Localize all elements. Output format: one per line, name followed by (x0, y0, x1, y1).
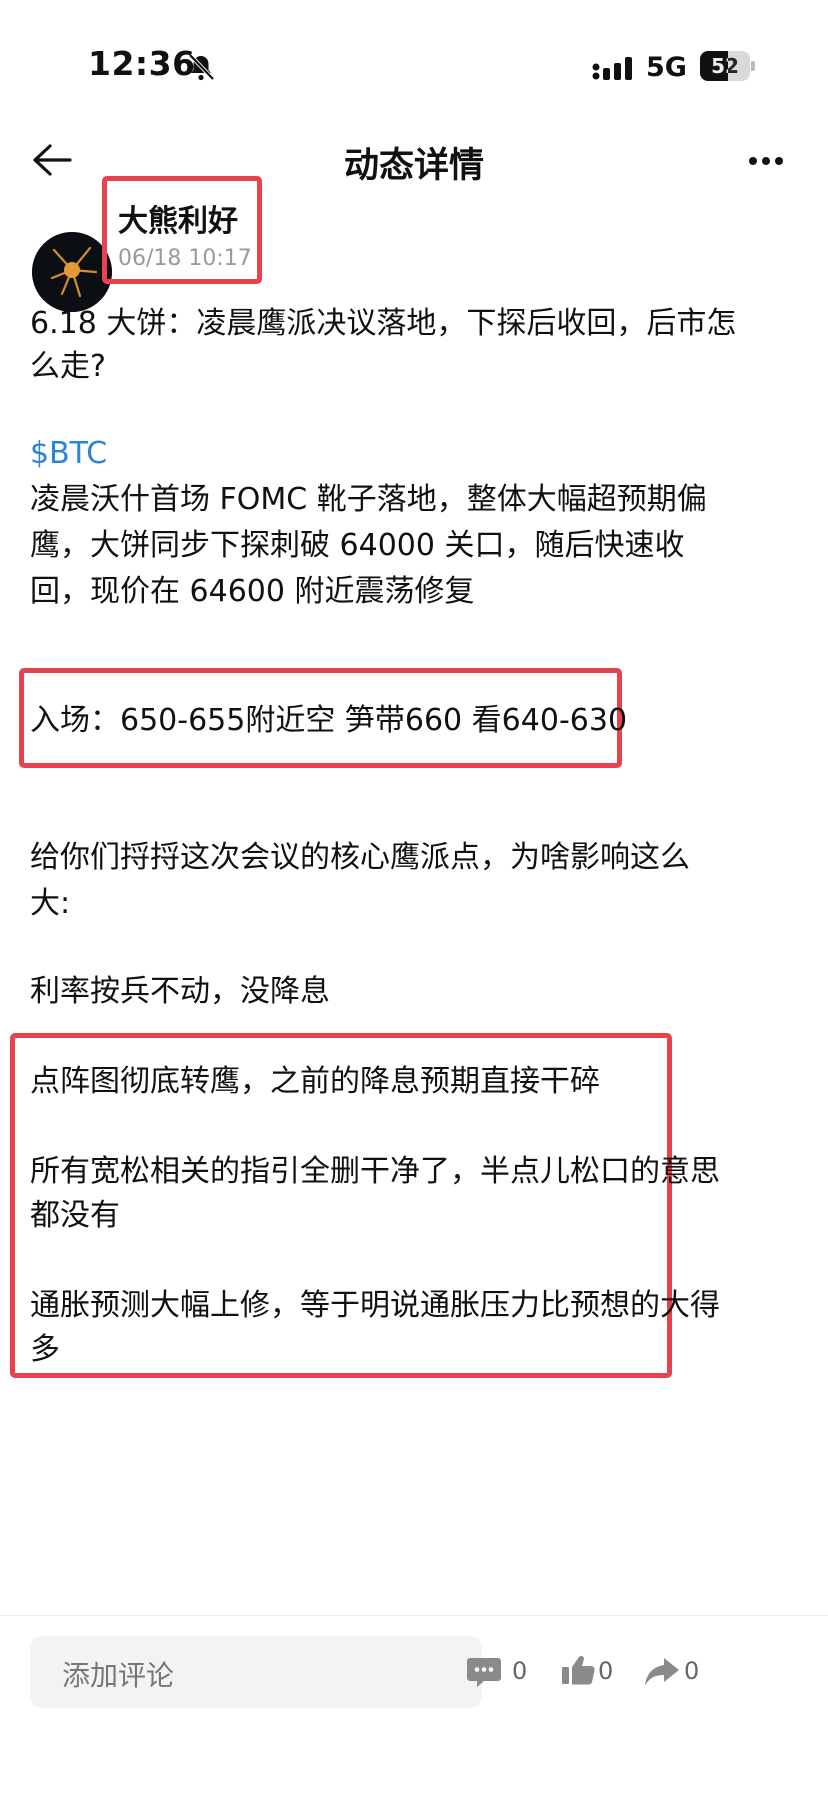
summary-line-3: 回，现价在 64600 附近震荡修复 (30, 574, 475, 609)
point-guidance-line-2: 都没有 (30, 1198, 120, 1233)
signal-icon (592, 57, 632, 80)
entry-line: 入场：650-655附近空 笋带660 看640-630 (30, 703, 628, 738)
ticker-link[interactable]: $BTC (30, 428, 107, 479)
summary-line-1: 凌晨沃什首场 FOMC 靴子落地，整体大幅超预期偏 (30, 482, 707, 517)
intro-line-2: 大: (30, 886, 71, 921)
point-dot-plot: 点阵图彻底转鹰，之前的降息预期直接干碎 (30, 1064, 600, 1099)
summary-line-2: 鹰，大饼同步下探刺破 64000 关口，随后快速收 (30, 528, 685, 563)
comment-placeholder: 添加评论 (62, 1659, 175, 1692)
share-icon[interactable] (644, 1656, 680, 1688)
author-name[interactable]: 大熊利好 (118, 196, 238, 240)
post-timestamp: 06/18 10:17 (118, 246, 252, 271)
more-horizontal-icon[interactable] (748, 156, 784, 166)
like-count: 0 (598, 1657, 614, 1685)
intro-line-1: 给你们捋捋这次会议的核心鹰派点，为啥影响这么 (30, 840, 690, 875)
network-type: 5G (646, 52, 687, 83)
point-guidance-line-1: 所有宽松相关的指引全删干净了，半点儿松口的意思 (30, 1154, 720, 1189)
point-rate: 利率按兵不动，没降息 (30, 974, 330, 1009)
post-headline-line-2: 么走? (30, 349, 106, 384)
post-headline-line-1: 6.18 大饼：凌晨鹰派决议落地，下探后收回，后市怎 (30, 306, 737, 341)
thumbs-up-icon[interactable] (560, 1654, 596, 1686)
share-count: 0 (684, 1657, 700, 1685)
status-time: 12:36 (88, 44, 196, 83)
comment-count: 0 (512, 1657, 528, 1685)
point-inflation-line-2: 多 (30, 1332, 60, 1367)
battery-level: 52 (711, 54, 739, 78)
bell-off-icon (188, 53, 215, 81)
footer-divider (0, 1615, 828, 1616)
battery-icon: 52 (700, 51, 756, 81)
comment-icon[interactable] (466, 1656, 502, 1688)
point-inflation-line-1: 通胀预测大幅上修，等于明说通胀压力比预想的大得 (30, 1288, 720, 1323)
